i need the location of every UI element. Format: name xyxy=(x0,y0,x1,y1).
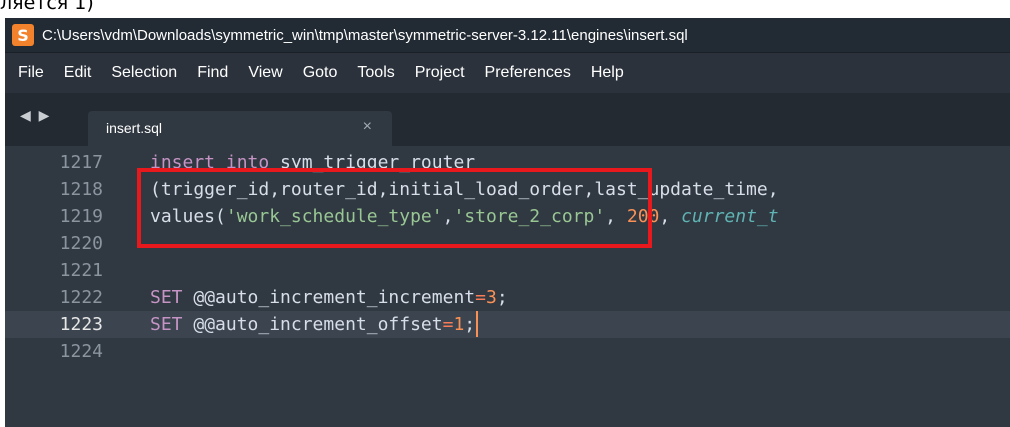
code-line[interactable]: 1222 SET @@auto_increment_increment=3; xyxy=(5,284,1010,311)
sublime-app-icon: S xyxy=(12,24,34,46)
code-token: = xyxy=(475,287,486,308)
line-number: 1217 xyxy=(59,152,103,173)
code-token: ; xyxy=(496,287,508,308)
title-bar: S C:\Users\vdm\Downloads\symmetric_win\t… xyxy=(5,18,1010,52)
menu-view[interactable]: View xyxy=(241,64,289,82)
menu-file[interactable]: File xyxy=(11,64,51,82)
sublime-window: S C:\Users\vdm\Downloads\symmetric_win\t… xyxy=(5,18,1010,427)
menu-selection[interactable]: Selection xyxy=(104,64,184,82)
code-text: SET @@auto_increment_offset=1; xyxy=(150,311,479,338)
code-token: 3 xyxy=(485,287,497,308)
line-number: 1223 xyxy=(59,314,103,335)
menu-bar: File Edit Selection Find View Goto Tools… xyxy=(5,52,1010,93)
code-token: SET xyxy=(150,314,183,335)
line-number: 1224 xyxy=(59,341,103,362)
line-number: 1218 xyxy=(59,179,103,200)
code-token: ; xyxy=(464,314,476,335)
tab-nav-arrows-icon[interactable]: ◀ ▶ xyxy=(20,107,51,124)
code-token: , xyxy=(659,206,682,227)
red-highlight-box xyxy=(137,168,652,248)
menu-edit[interactable]: Edit xyxy=(57,64,99,82)
code-token: @@auto_increment_increment xyxy=(182,287,476,308)
menu-project[interactable]: Project xyxy=(408,64,472,82)
menu-tools[interactable]: Tools xyxy=(350,64,401,82)
code-token: = xyxy=(442,314,454,335)
tab-bar: ◀ ▶ insert.sql × xyxy=(5,93,1010,146)
code-line[interactable]: 1221 xyxy=(5,257,1010,284)
code-line[interactable]: 1223 SET @@auto_increment_offset=1; xyxy=(5,311,1010,338)
window-title: C:\Users\vdm\Downloads\symmetric_win\tmp… xyxy=(42,26,688,44)
line-number: 1221 xyxy=(59,260,103,281)
code-line[interactable]: 1224 xyxy=(5,338,1010,365)
code-token: 1 xyxy=(453,314,465,335)
code-token: current_t xyxy=(681,206,779,227)
line-number: 1222 xyxy=(59,287,103,308)
menu-preferences[interactable]: Preferences xyxy=(478,64,578,82)
code-text: SET @@auto_increment_increment=3; xyxy=(150,284,508,311)
caption-text: ляется 1) xyxy=(0,0,94,14)
line-number: 1220 xyxy=(59,233,103,254)
tab-label: insert.sql xyxy=(106,120,163,136)
menu-help[interactable]: Help xyxy=(584,64,631,82)
tab-insert-sql[interactable]: insert.sql × xyxy=(88,111,392,146)
menu-goto[interactable]: Goto xyxy=(296,64,345,82)
menu-find[interactable]: Find xyxy=(190,64,235,82)
close-icon[interactable]: × xyxy=(363,118,372,136)
text-cursor xyxy=(476,311,479,337)
code-token: @@auto_increment_offset xyxy=(182,314,443,335)
line-number: 1219 xyxy=(59,206,103,227)
code-token: SET xyxy=(150,287,183,308)
